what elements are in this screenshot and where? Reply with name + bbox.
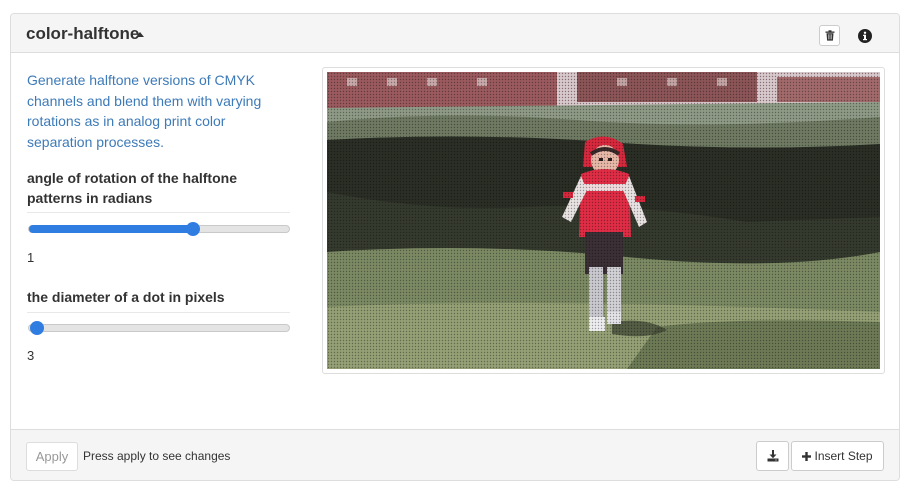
diameter-slider[interactable]	[28, 321, 290, 335]
download-button[interactable]	[756, 441, 789, 471]
insert-step-label: Insert Step	[814, 449, 873, 463]
plus-icon	[802, 451, 812, 461]
info-button[interactable]	[856, 27, 873, 44]
download-icon	[767, 450, 778, 462]
apply-button[interactable]: Apply	[26, 442, 78, 471]
insert-step-button[interactable]: Insert Step	[791, 441, 884, 471]
panel-footer: Apply Press apply to see changes Insert …	[11, 429, 899, 480]
info-circle-icon	[857, 28, 872, 43]
caret-up-icon[interactable]	[136, 32, 144, 37]
slider-thumb[interactable]	[29, 321, 44, 335]
trash-icon	[825, 30, 834, 41]
param-label-angle: angle of rotation of the halftone patter…	[27, 170, 237, 206]
module-title[interactable]: color-halftone	[26, 24, 139, 44]
apply-hint: Press apply to see changes	[83, 449, 231, 463]
delete-button[interactable]	[819, 25, 840, 46]
param-label-diameter: the diameter of a dot in pixels	[27, 289, 225, 305]
angle-slider[interactable]	[28, 222, 290, 236]
slider-thumb[interactable]	[185, 222, 200, 236]
divider	[27, 212, 290, 213]
divider	[27, 312, 290, 313]
param-value-angle: 1	[27, 250, 35, 265]
slider-fill	[29, 225, 198, 233]
module-panel: color-halftone Generate halftone version…	[10, 13, 900, 481]
module-description: Generate halftone versions of CMYK chann…	[27, 72, 262, 150]
preview-image-frame	[322, 67, 885, 374]
panel-header: color-halftone	[11, 14, 899, 53]
param-value-diameter: 3	[27, 348, 35, 363]
preview-image	[327, 72, 880, 369]
